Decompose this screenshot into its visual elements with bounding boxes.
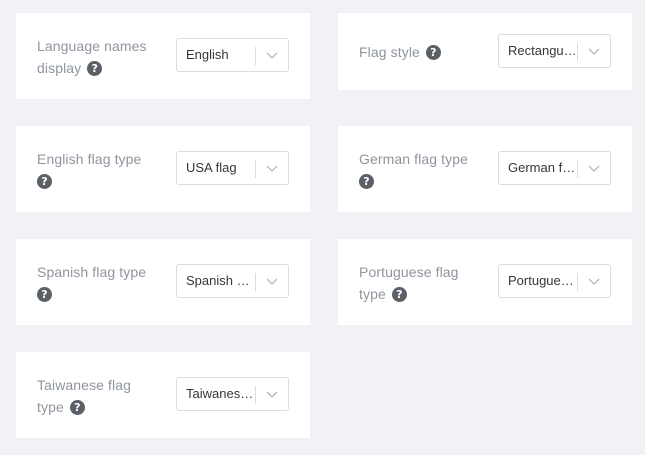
setting-label-line-2: type	[37, 399, 64, 415]
setting-label: German flag type ?	[359, 148, 468, 192]
setting-label-line-1: German flag type	[359, 151, 468, 167]
question-circle-icon[interactable]: ?	[69, 399, 85, 415]
flag-style-select[interactable]: Rectangular	[498, 34, 611, 68]
question-circle-icon[interactable]: ?	[37, 286, 52, 302]
question-circle-icon[interactable]: ?	[37, 173, 52, 189]
setting-card-spanish-flag-type: Spanish flag type ? Spanish Flag	[16, 239, 310, 325]
select-separator	[577, 160, 578, 178]
setting-card-taiwanese-flag-type: Taiwanese flag type? Taiwanese flag	[16, 352, 310, 438]
setting-label-line-2: display	[37, 60, 82, 76]
question-circle-icon[interactable]: ?	[391, 286, 407, 302]
setting-card-portuguese-flag-type: Portuguese flag type? Portuguese flag	[338, 239, 632, 325]
question-circle-icon[interactable]: ?	[87, 60, 103, 76]
select-separator	[577, 43, 578, 61]
select-value: USA flag	[186, 160, 237, 175]
select-value: German flag	[508, 160, 577, 175]
question-circle-icon[interactable]: ?	[359, 173, 374, 189]
german-flag-type-select[interactable]: German flag	[498, 151, 611, 185]
portuguese-flag-type-select[interactable]: Portuguese flag	[498, 264, 611, 298]
select-value: Portuguese flag	[508, 273, 577, 288]
select-separator	[255, 47, 256, 65]
setting-label: Flag style?	[359, 41, 441, 63]
question-circle-icon[interactable]: ?	[425, 44, 441, 60]
setting-label: Language names display?	[37, 35, 147, 79]
setting-card-german-flag-type: German flag type ? German flag	[338, 126, 632, 212]
setting-label: English flag type ?	[37, 148, 141, 192]
chevron-down-icon	[588, 48, 600, 55]
select-separator	[255, 386, 256, 404]
chevron-down-icon	[588, 278, 600, 285]
setting-label: Taiwanese flag type?	[37, 374, 131, 418]
setting-label-line-1: Flag style	[359, 44, 420, 60]
setting-label-line-2: type	[359, 286, 386, 302]
chevron-down-icon	[266, 165, 278, 172]
setting-label: Spanish flag type ?	[37, 261, 146, 305]
setting-label-line-1: English flag type	[37, 151, 142, 167]
chevron-down-icon	[266, 52, 278, 59]
select-separator	[577, 273, 578, 291]
english-flag-type-select[interactable]: USA flag	[176, 151, 289, 185]
setting-label-line-1: Spanish flag type	[37, 264, 147, 280]
language-names-display-select[interactable]: English	[176, 38, 289, 72]
setting-label-line-1: Portuguese flag	[359, 264, 459, 280]
select-value: Taiwanese flag	[186, 386, 255, 401]
select-value: Spanish Flag	[186, 273, 255, 288]
select-value: Rectangular	[508, 43, 577, 58]
chevron-down-icon	[266, 278, 278, 285]
chevron-down-icon	[266, 391, 278, 398]
setting-card-english-flag-type: English flag type ? USA flag	[16, 126, 310, 212]
spanish-flag-type-select[interactable]: Spanish Flag	[176, 264, 289, 298]
select-separator	[255, 273, 256, 291]
select-value: English	[186, 47, 229, 62]
taiwanese-flag-type-select[interactable]: Taiwanese flag	[176, 377, 289, 411]
setting-card-language-names-display: Language names display? English	[16, 13, 310, 99]
setting-card-flag-style: Flag style? Rectangular	[338, 13, 632, 90]
chevron-down-icon	[588, 165, 600, 172]
setting-label-line-1: Taiwanese flag	[37, 377, 132, 393]
setting-label-line-1: Language names	[37, 38, 147, 54]
select-separator	[255, 160, 256, 178]
setting-label: Portuguese flag type?	[359, 261, 459, 305]
